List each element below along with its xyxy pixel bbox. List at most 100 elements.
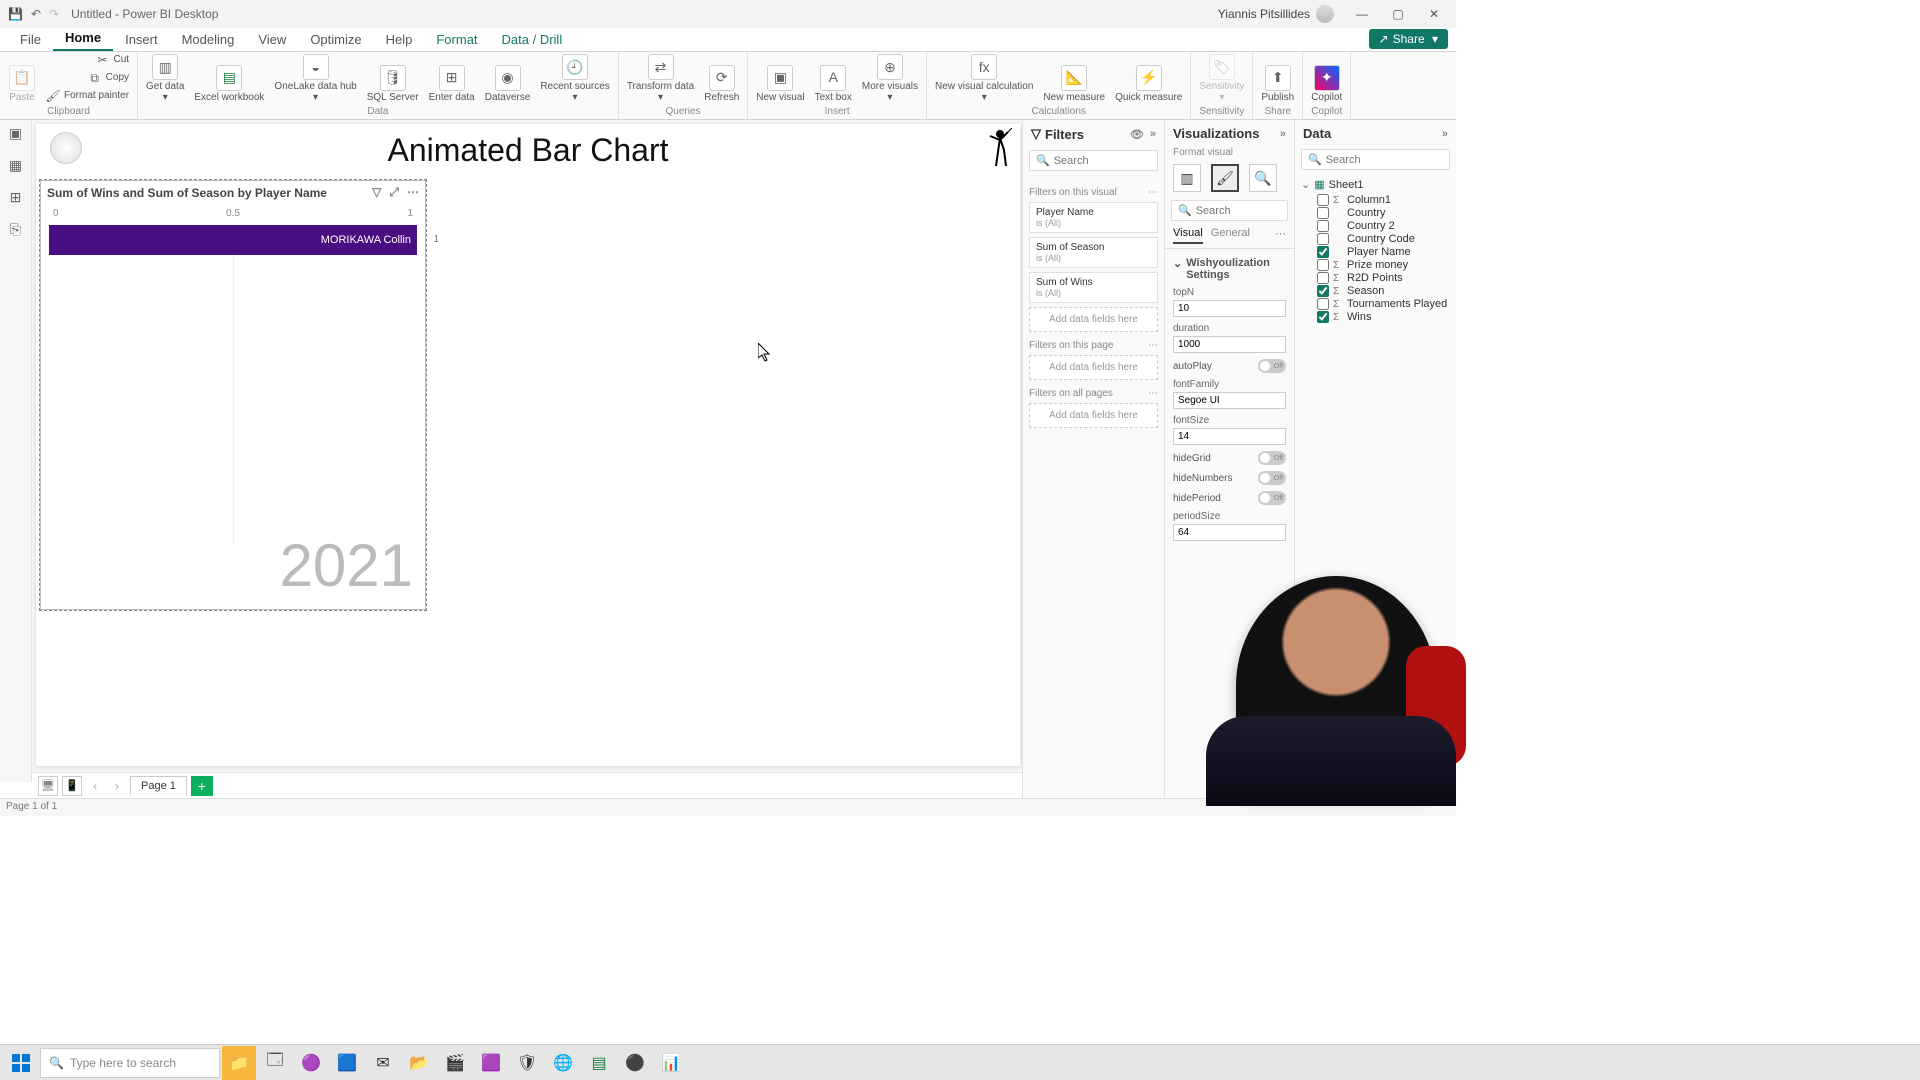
field-row[interactable]: Country 2	[1301, 220, 1450, 232]
field-row[interactable]: Player Name	[1301, 246, 1450, 258]
format-painter-button[interactable]: 🖌Format painter	[44, 87, 131, 105]
excel-button[interactable]: ▤Excel workbook	[192, 63, 266, 106]
focus-icon[interactable]: ⤢	[389, 185, 399, 200]
quick-measure-button[interactable]: ⚡Quick measure	[1113, 63, 1184, 106]
sql-button[interactable]: 🛢SQL Server	[365, 63, 421, 106]
table-node[interactable]: ⌄ ▦ Sheet1	[1301, 176, 1450, 193]
filter-dropzone[interactable]: Add data fields here	[1029, 355, 1158, 380]
onelake-button[interactable]: ◒OneLake data hub▾	[272, 52, 358, 105]
eye-icon[interactable]: 👁	[1130, 128, 1144, 141]
field-checkbox[interactable]	[1317, 220, 1329, 232]
field-checkbox[interactable]	[1317, 207, 1329, 219]
field-checkbox[interactable]	[1317, 311, 1329, 323]
menu-optimize[interactable]: Optimize	[298, 28, 373, 51]
field-checkbox[interactable]	[1317, 272, 1329, 284]
menu-format[interactable]: Format	[424, 28, 489, 51]
more-visuals-button[interactable]: ⊕More visuals▾	[860, 52, 920, 105]
hideperiod-toggle[interactable]: Off	[1258, 491, 1286, 505]
field-checkbox[interactable]	[1317, 246, 1329, 258]
filters-search[interactable]: 🔍	[1029, 150, 1158, 171]
field-checkbox[interactable]	[1317, 298, 1329, 310]
enter-data-button[interactable]: ⊞Enter data	[427, 63, 477, 106]
collapse-icon[interactable]: »	[1442, 128, 1448, 140]
menu-view[interactable]: View	[246, 28, 298, 51]
share-button[interactable]: ↗Share ▾	[1369, 29, 1448, 49]
field-row[interactable]: ΣSeason	[1301, 285, 1450, 297]
fontfamily-input[interactable]	[1173, 392, 1286, 409]
avatar[interactable]	[1316, 5, 1334, 23]
viz-search[interactable]: 🔍	[1171, 200, 1288, 221]
taskbar-app-icon[interactable]: 📂	[402, 1046, 436, 1080]
dataverse-button[interactable]: ◉Dataverse	[483, 63, 533, 106]
taskbar-app-icon[interactable]: 🛡	[510, 1046, 544, 1080]
model-view-icon[interactable]: ⊞	[7, 188, 25, 206]
menu-file[interactable]: File	[8, 28, 53, 51]
field-row[interactable]: ΣR2D Points	[1301, 272, 1450, 284]
field-checkbox[interactable]	[1317, 194, 1329, 206]
desktop-layout-icon[interactable]: 🖥	[38, 776, 58, 796]
field-row[interactable]: ΣColumn1	[1301, 194, 1450, 206]
collapse-icon[interactable]: »	[1150, 128, 1156, 141]
tab-more-icon[interactable]: ⋯	[1275, 227, 1286, 244]
report-view-icon[interactable]: ▣	[7, 124, 25, 142]
table-view-icon[interactable]: ▦	[7, 156, 25, 174]
hidenumbers-toggle[interactable]: Off	[1258, 471, 1286, 485]
field-checkbox[interactable]	[1317, 285, 1329, 297]
chart-bar[interactable]: MORIKAWA Collin	[49, 225, 417, 255]
topn-input[interactable]	[1173, 300, 1286, 317]
minimize-button[interactable]: —	[1344, 0, 1380, 28]
sensitivity-button[interactable]: 🏷Sensitivity▾	[1197, 52, 1246, 105]
cut-button[interactable]: ✂Cut	[44, 51, 131, 69]
field-row[interactable]: Country	[1301, 207, 1450, 219]
format-visual-icon[interactable]: 🖌	[1211, 164, 1239, 192]
tab-page-1[interactable]: Page 1	[130, 776, 187, 795]
analytics-icon[interactable]: 🔍	[1249, 164, 1277, 192]
refresh-button[interactable]: ⟳Refresh	[702, 63, 741, 106]
settings-group[interactable]: ⌄Wishyoulization Settings	[1173, 257, 1286, 281]
dax-view-icon[interactable]: ⎘	[7, 220, 25, 238]
section-more-icon[interactable]: ⋯	[1148, 187, 1158, 198]
add-page-button[interactable]: +	[191, 776, 213, 796]
taskbar-app-icon[interactable]: 🗔	[258, 1046, 292, 1080]
redo-icon[interactable]: ↷	[49, 7, 59, 21]
data-search-input[interactable]	[1326, 154, 1443, 166]
paste-button[interactable]: 📋Paste	[6, 63, 38, 106]
taskbar-powerbi-icon[interactable]: 📊	[654, 1046, 688, 1080]
filter-card[interactable]: Sum of Seasonis (All)	[1029, 237, 1158, 268]
field-row[interactable]: ΣWins	[1301, 311, 1450, 323]
data-search[interactable]: 🔍	[1301, 149, 1450, 170]
taskbar-app-icon[interactable]: 🟦	[330, 1046, 364, 1080]
menu-help[interactable]: Help	[374, 28, 425, 51]
more-options-icon[interactable]: ⋯	[407, 185, 419, 200]
taskbar-search[interactable]: 🔍Type here to search	[40, 1048, 220, 1078]
new-visual-button[interactable]: ▣New visual	[754, 63, 806, 106]
autoplay-toggle[interactable]: Off	[1258, 359, 1286, 373]
menu-insert[interactable]: Insert	[113, 28, 170, 51]
maximize-button[interactable]: ▢	[1380, 0, 1416, 28]
menu-datadrill[interactable]: Data / Drill	[490, 28, 575, 51]
section-more-icon[interactable]: ⋯	[1148, 388, 1158, 399]
filter-card[interactable]: Sum of Winsis (All)	[1029, 272, 1158, 303]
filter-icon[interactable]: ▽	[372, 185, 381, 200]
new-measure-button[interactable]: 📐New measure	[1041, 63, 1107, 106]
filter-card[interactable]: Player Nameis (All)	[1029, 202, 1158, 233]
tab-visual[interactable]: Visual	[1173, 227, 1203, 244]
menu-home[interactable]: Home	[53, 26, 113, 51]
transform-button[interactable]: ⇄Transform data▾	[625, 52, 696, 105]
taskbar-app-icon[interactable]: 📁	[222, 1046, 256, 1080]
menu-modeling[interactable]: Modeling	[170, 28, 247, 51]
hidegrid-toggle[interactable]: Off	[1258, 451, 1286, 465]
collapse-icon[interactable]: »	[1280, 128, 1286, 140]
filter-dropzone[interactable]: Add data fields here	[1029, 403, 1158, 428]
bar-chart-visual[interactable]: Sum of Wins and Sum of Season by Player …	[40, 180, 426, 610]
field-checkbox[interactable]	[1317, 259, 1329, 271]
publish-button[interactable]: ⬆Publish	[1259, 63, 1296, 106]
recent-sources-button[interactable]: 🕘Recent sources▾	[538, 52, 611, 105]
taskbar-excel-icon[interactable]: ▤	[582, 1046, 616, 1080]
duration-input[interactable]	[1173, 336, 1286, 353]
new-calc-button[interactable]: fxNew visual calculation▾	[933, 52, 1035, 105]
field-row[interactable]: ΣTournaments Played	[1301, 298, 1450, 310]
filter-dropzone[interactable]: Add data fields here	[1029, 307, 1158, 332]
section-more-icon[interactable]: ⋯	[1148, 340, 1158, 351]
mobile-layout-icon[interactable]: 📱	[62, 776, 82, 796]
